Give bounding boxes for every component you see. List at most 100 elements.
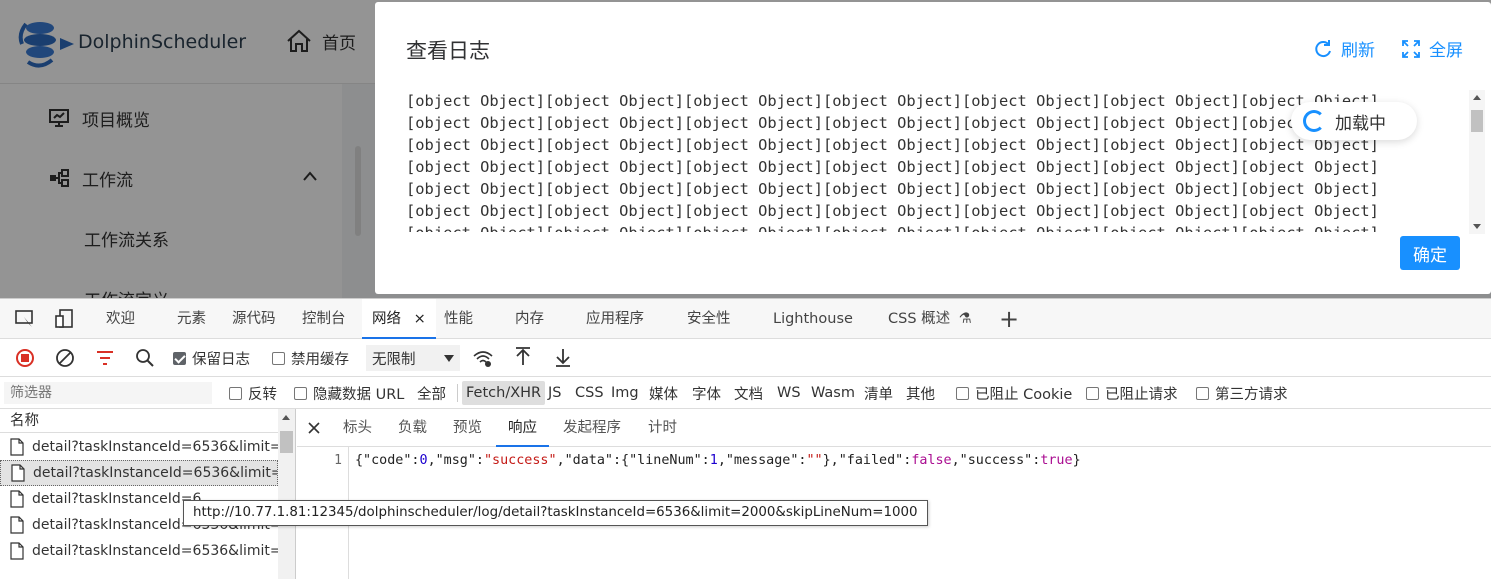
json-token: ,"success":: [951, 453, 1041, 468]
document-icon: [10, 516, 24, 534]
request-row[interactable]: detail?taskInstanceId=6536&limit=1: [0, 434, 278, 460]
request-name: detail?taskInstanceId=6536&limit=5: [32, 543, 278, 559]
fullscreen-button[interactable]: 全屏: [1401, 36, 1463, 61]
close-icon[interactable]: [307, 421, 321, 435]
checkbox-unchecked: [272, 351, 285, 365]
tab-security[interactable]: 安全性: [687, 299, 731, 339]
disable-cache-checkbox[interactable]: 禁用缓存: [272, 339, 349, 377]
json-token: ,"msg":: [427, 453, 484, 468]
scroll-up-icon[interactable]: [282, 415, 290, 420]
tab-initiator[interactable]: 发起程序: [563, 409, 621, 447]
tab-lighthouse[interactable]: Lighthouse: [773, 299, 853, 339]
refresh-icon: [1315, 39, 1331, 57]
record-stop-icon[interactable]: [14, 348, 36, 368]
filter-img[interactable]: Img: [611, 377, 639, 409]
filter-doc[interactable]: 文档: [734, 377, 763, 409]
filter-media[interactable]: 媒体: [649, 377, 678, 409]
scroll-down-icon[interactable]: [1473, 224, 1481, 229]
checkbox-unchecked: [1196, 386, 1209, 400]
clear-icon[interactable]: [54, 348, 76, 368]
filter-css[interactable]: CSS: [575, 377, 604, 409]
invert-checkbox[interactable]: 反转: [229, 377, 277, 409]
checkbox-checked: [173, 351, 186, 365]
json-token: ,"message":: [717, 453, 807, 468]
network-conditions-icon[interactable]: [472, 348, 494, 368]
json-string: "": [806, 453, 823, 468]
device-toolbar-icon[interactable]: [54, 309, 76, 329]
filter-fetch-xhr[interactable]: Fetch/XHR: [462, 381, 546, 405]
filter-wasm[interactable]: Wasm: [811, 377, 855, 409]
filter-js[interactable]: JS: [548, 377, 561, 409]
json-string: "success": [484, 453, 557, 468]
checkbox-unchecked: [229, 386, 242, 400]
fullscreen-label: 全屏: [1429, 41, 1463, 61]
json-boolean: false: [911, 453, 952, 468]
log-line: [object Object][object Object][object Ob…: [406, 180, 1379, 198]
tab-payload[interactable]: 负载: [398, 409, 427, 447]
inspect-element-icon[interactable]: [14, 309, 36, 329]
network-toolbar: 保留日志 禁用缓存 无限制: [0, 339, 1491, 377]
document-icon: [11, 464, 25, 482]
blocked-cookies-checkbox[interactable]: 已阻止 Cookie: [956, 377, 1072, 409]
request-list: 名称 detail?taskInstanceId=6536&limit=1 de…: [0, 409, 296, 579]
filter-ws[interactable]: WS: [777, 377, 801, 409]
column-header-name[interactable]: 名称: [0, 409, 278, 433]
scroll-up-icon[interactable]: [1473, 95, 1481, 100]
log-scrollbar[interactable]: [1469, 90, 1485, 234]
disable-cache-label: 禁用缓存: [291, 351, 349, 368]
export-har-icon[interactable]: [552, 347, 574, 367]
import-har-icon[interactable]: [512, 347, 534, 367]
filter-manifest[interactable]: 清单: [864, 377, 893, 409]
line-number: 1: [334, 453, 342, 468]
json-token: {"code":: [355, 453, 420, 468]
third-party-label: 第三方请求: [1215, 386, 1288, 403]
tab-performance[interactable]: 性能: [444, 299, 473, 339]
tab-sources[interactable]: 源代码: [232, 299, 276, 339]
scroll-thumb[interactable]: [280, 431, 293, 453]
modal-actions: 刷新 全屏: [1313, 36, 1463, 61]
checkbox-unchecked: [1086, 386, 1099, 400]
request-row[interactable]: detail?taskInstanceId=6536&limit=5: [0, 538, 278, 564]
tab-application[interactable]: 应用程序: [586, 299, 644, 339]
filter-input[interactable]: [4, 382, 212, 404]
filter-all[interactable]: 全部: [417, 377, 446, 409]
tab-network[interactable]: 网络 ×: [362, 299, 436, 339]
tab-response[interactable]: 响应: [496, 409, 549, 447]
tab-welcome[interactable]: 欢迎: [106, 299, 135, 339]
document-icon: [10, 490, 24, 508]
tab-console[interactable]: 控制台: [302, 299, 346, 339]
filter-other[interactable]: 其他: [906, 377, 935, 409]
checkbox-unchecked: [294, 386, 307, 400]
filter-icon[interactable]: [94, 348, 116, 368]
devtools-panel: 欢迎 元素 源代码 控制台 网络 × 性能 内存 应用程序 安全性 Lighth…: [0, 298, 1491, 579]
close-tab-icon[interactable]: ×: [414, 311, 426, 327]
separator: [457, 384, 458, 402]
throttle-select[interactable]: 无限制: [366, 345, 460, 371]
blocked-requests-checkbox[interactable]: 已阻止请求: [1086, 377, 1178, 409]
blocked-requests-label: 已阻止请求: [1105, 386, 1178, 403]
tab-timing[interactable]: 计时: [648, 409, 677, 447]
filter-font[interactable]: 字体: [692, 377, 721, 409]
refresh-button[interactable]: 刷新: [1313, 36, 1375, 61]
scroll-thumb[interactable]: [1471, 110, 1483, 132]
tab-preview[interactable]: 预览: [453, 409, 482, 447]
tab-memory[interactable]: 内存: [515, 299, 544, 339]
hide-data-urls-checkbox[interactable]: 隐藏数据 URL: [294, 377, 404, 409]
third-party-checkbox[interactable]: 第三方请求: [1196, 377, 1288, 409]
preserve-log-checkbox[interactable]: 保留日志: [173, 339, 250, 377]
tab-headers[interactable]: 标头: [343, 409, 372, 447]
response-body[interactable]: {"code":0,"msg":"success","data":{"lineN…: [355, 453, 1081, 468]
json-token: ,"data":{"lineNum":: [556, 453, 710, 468]
confirm-button[interactable]: 确定: [1400, 236, 1460, 270]
search-icon[interactable]: [134, 348, 156, 368]
url-tooltip: http://10.77.1.81:12345/dolphinscheduler…: [183, 500, 928, 526]
tab-css-overview[interactable]: CSS 概述 ⚗: [888, 299, 972, 339]
invert-label: 反转: [248, 386, 277, 403]
spinner-icon: [1303, 110, 1325, 132]
blocked-cookies-label: 已阻止 Cookie: [975, 386, 1073, 403]
log-line: [object Object][object Object][object Ob…: [406, 222, 1472, 232]
request-row-selected[interactable]: detail?taskInstanceId=6536&limit=2: [0, 460, 278, 486]
tab-elements[interactable]: 元素: [177, 299, 206, 339]
add-tab-icon[interactable]: +: [999, 299, 1019, 339]
request-list-scrollbar[interactable]: [278, 409, 295, 579]
